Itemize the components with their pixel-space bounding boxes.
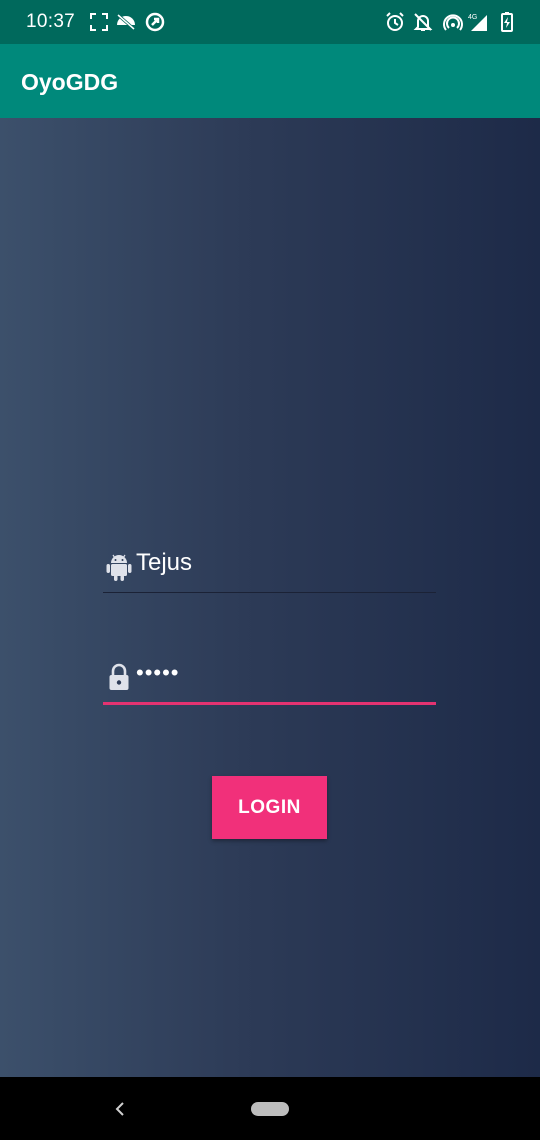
svg-text:4G: 4G [468, 14, 477, 21]
status-bar: 10:37 4G [0, 0, 540, 44]
notifications-off-icon [412, 11, 434, 33]
mobile-data-saver-icon [115, 11, 137, 33]
sync-icon [144, 11, 166, 33]
navigation-bar [0, 1077, 540, 1140]
screen: 10:37 4G OyoGDG Tejus ••••• LOGIN [0, 0, 540, 1140]
password-input[interactable] [136, 654, 436, 692]
hotspot-icon [442, 11, 464, 33]
home-pill-icon[interactable] [251, 1102, 289, 1116]
username-input[interactable] [136, 544, 436, 582]
screenshot-frame-icon [88, 11, 110, 33]
app-bar: OyoGDG [0, 44, 540, 118]
username-field[interactable] [103, 540, 436, 593]
back-icon[interactable] [110, 1097, 130, 1121]
alarm-icon [384, 11, 406, 33]
password-underline [103, 702, 436, 705]
username-underline [103, 592, 436, 593]
app-title: OyoGDG [21, 69, 119, 95]
login-screen: LOGIN [0, 118, 540, 1077]
signal-4g-icon: 4G [467, 11, 489, 33]
lock-icon [105, 662, 133, 692]
battery-charging-icon [496, 11, 518, 33]
password-field[interactable] [103, 650, 436, 705]
login-button[interactable]: LOGIN [212, 776, 327, 839]
android-icon [105, 552, 133, 582]
status-time: 10:37 [26, 11, 76, 32]
